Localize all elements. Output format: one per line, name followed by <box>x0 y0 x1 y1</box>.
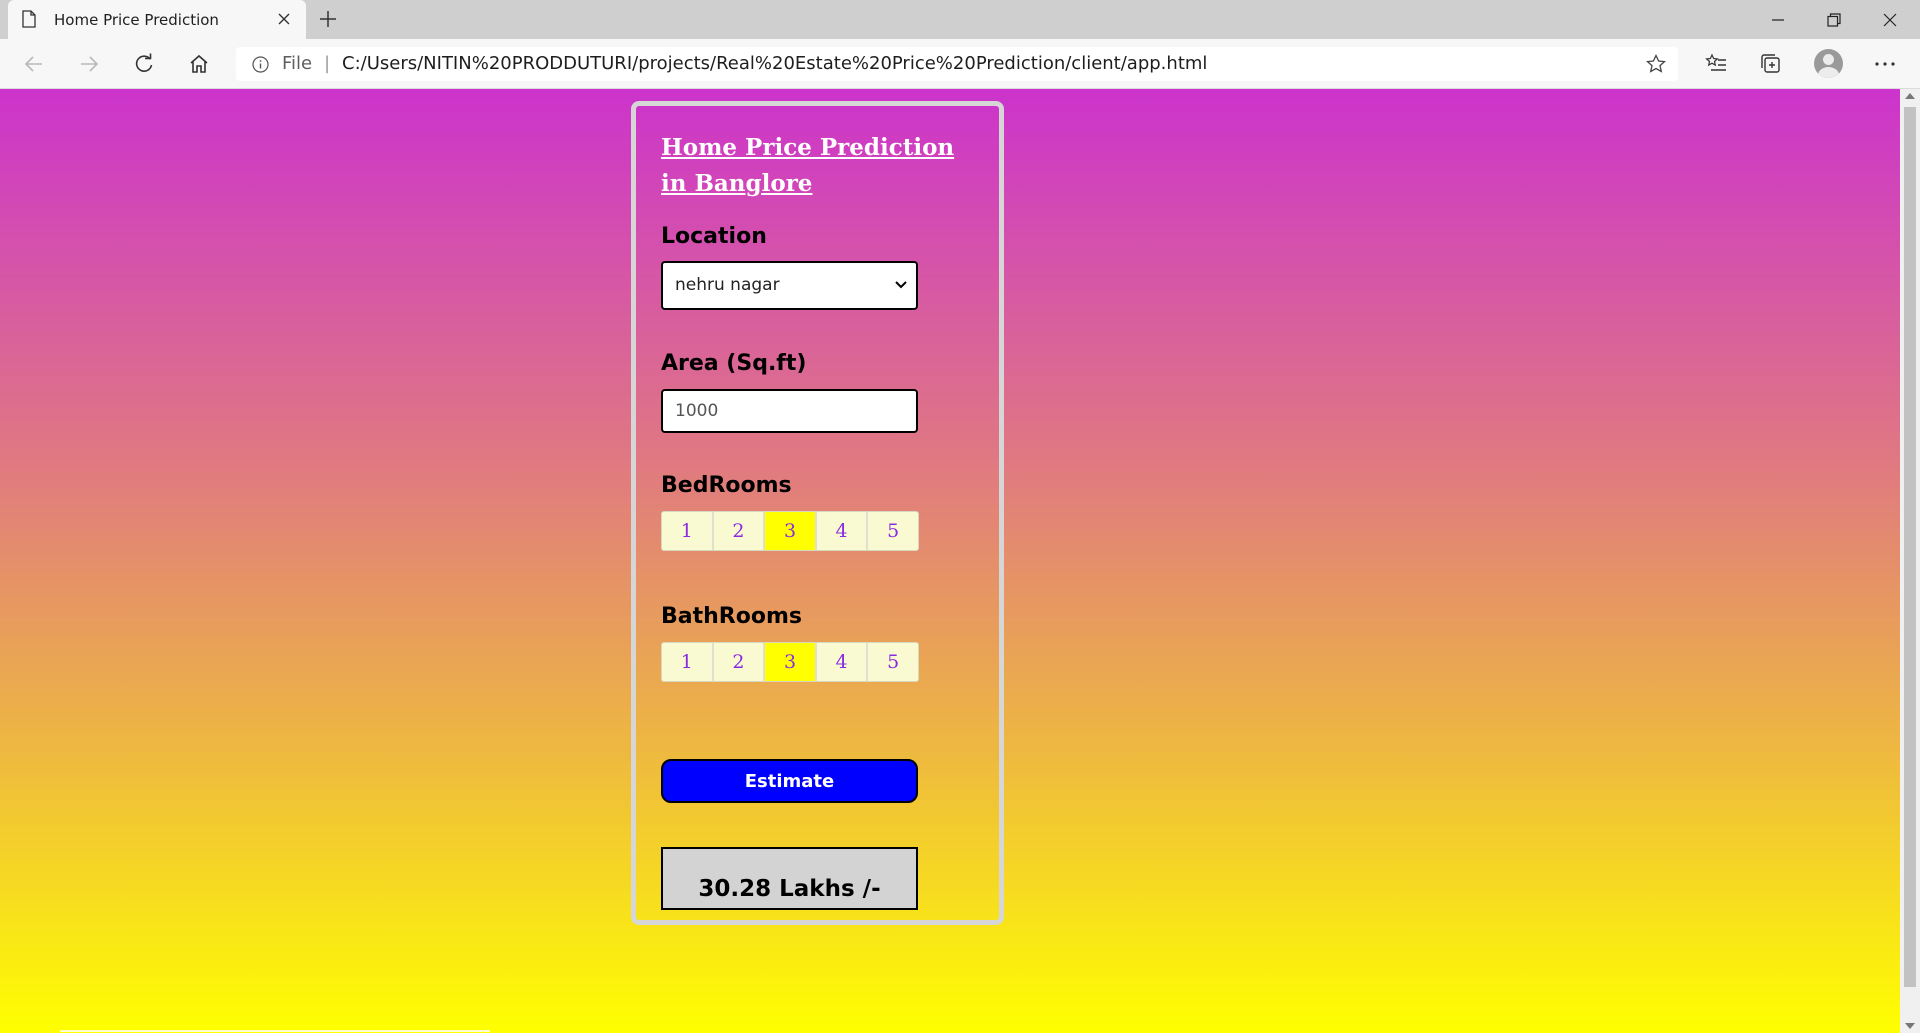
bedroom-option-4[interactable]: 4 <box>817 512 869 550</box>
refresh-button[interactable] <box>132 52 156 76</box>
area-label: Area (Sq.ft) <box>661 351 807 376</box>
home-button[interactable] <box>187 52 211 76</box>
chevron-down-icon <box>895 281 907 289</box>
bedroom-option-2[interactable]: 2 <box>714 512 766 550</box>
back-arrow-icon <box>24 56 42 72</box>
tab-strip: Home Price Prediction <box>0 0 1920 39</box>
scroll-up-arrow-icon[interactable] <box>1905 93 1915 99</box>
back-button[interactable] <box>22 52 46 76</box>
location-selected-value: nehru nagar <box>675 275 780 295</box>
bathroom-option-1[interactable]: 1 <box>662 643 714 681</box>
restore-button[interactable] <box>1806 0 1862 39</box>
collections-button[interactable] <box>1759 52 1783 76</box>
bedroom-option-5[interactable]: 5 <box>868 512 918 550</box>
bedrooms-label: BedRooms <box>661 473 792 498</box>
restore-icon <box>1827 12 1841 27</box>
estimated-price-result: 30.28 Lakhs /- <box>661 847 918 910</box>
bedrooms-switch: 1 2 3 4 5 <box>661 511 919 551</box>
minimize-button[interactable] <box>1750 0 1806 39</box>
more-menu-button[interactable] <box>1873 52 1897 76</box>
tab-title: Home Price Prediction <box>54 11 219 29</box>
prediction-form-card: Home Price Prediction in Banglore Locati… <box>631 101 1004 925</box>
bathrooms-label: BathRooms <box>661 604 802 629</box>
address-scheme-label: File <box>282 53 313 74</box>
info-icon[interactable] <box>252 56 269 73</box>
home-icon <box>190 54 208 73</box>
bottom-divider <box>60 1030 490 1032</box>
area-input-value: 1000 <box>675 401 719 421</box>
scroll-down-arrow-icon[interactable] <box>1905 1023 1915 1029</box>
address-bar[interactable]: File | C:/Users/NITIN%20PRODDUTURI/proje… <box>236 47 1678 81</box>
location-label: Location <box>661 224 767 249</box>
area-input[interactable]: 1000 <box>661 389 918 433</box>
forward-arrow-icon <box>81 56 99 72</box>
bathroom-option-2[interactable]: 2 <box>714 643 766 681</box>
document-icon <box>22 10 36 28</box>
favorites-list-icon <box>1705 53 1726 71</box>
profile-avatar[interactable] <box>1814 49 1843 78</box>
close-tab-icon[interactable] <box>276 11 292 27</box>
close-icon <box>1883 13 1897 26</box>
bathroom-option-4[interactable]: 4 <box>817 643 869 681</box>
bathroom-option-3[interactable]: 3 <box>765 643 817 681</box>
collections-icon <box>1761 54 1780 73</box>
new-tab-icon[interactable] <box>318 9 338 29</box>
location-select[interactable]: nehru nagar <box>661 261 918 310</box>
bathroom-option-5[interactable]: 5 <box>868 643 918 681</box>
refresh-icon <box>135 53 153 72</box>
estimate-button[interactable]: Estimate <box>661 759 918 803</box>
favorite-star-icon[interactable] <box>1646 54 1666 74</box>
forward-button[interactable] <box>77 52 101 76</box>
page-title: Home Price Prediction in Banglore <box>661 134 955 197</box>
bedroom-option-1[interactable]: 1 <box>662 512 714 550</box>
scrollbar-thumb[interactable] <box>1904 107 1916 987</box>
bathrooms-switch: 1 2 3 4 5 <box>661 642 919 682</box>
browser-toolbar: File | C:/Users/NITIN%20PRODDUTURI/proje… <box>0 39 1920 89</box>
close-window-button[interactable] <box>1862 0 1918 39</box>
page-viewport: Home Price Prediction in Banglore Locati… <box>0 89 1900 1033</box>
bedroom-option-3[interactable]: 3 <box>765 512 817 550</box>
browser-tab[interactable]: Home Price Prediction <box>8 0 306 39</box>
minimize-icon <box>1772 18 1784 21</box>
address-separator: | <box>324 53 331 74</box>
vertical-scrollbar[interactable] <box>1900 89 1920 1033</box>
favorites-button[interactable] <box>1704 52 1728 76</box>
address-url[interactable]: C:/Users/NITIN%20PRODDUTURI/projects/Rea… <box>342 53 1207 74</box>
more-dots-icon <box>1875 62 1895 66</box>
